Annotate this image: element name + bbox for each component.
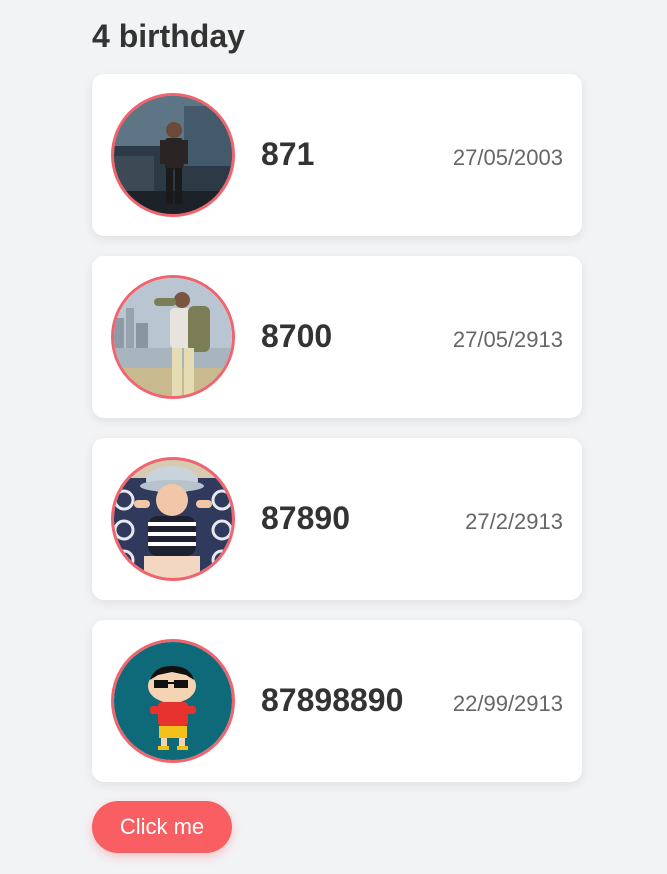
person-name: 8700 bbox=[261, 318, 333, 354]
cartoon-boy-sunglasses-icon bbox=[114, 642, 232, 760]
birthday-date: 22/99/2913 bbox=[452, 691, 563, 716]
avatar-cartoon-boy bbox=[111, 639, 235, 763]
birthday-list: 871 27/05/2003 8700 27/05/2913 87890 27/… bbox=[92, 74, 582, 802]
birthday-date: 27/05/2003 bbox=[452, 145, 563, 170]
birthday-date: 27/2/2913 bbox=[465, 509, 563, 534]
person-name: 87898890 bbox=[261, 682, 404, 718]
birthday-card: 87890 27/2/2913 bbox=[92, 438, 582, 600]
birthday-card: 87898890 22/99/2913 bbox=[92, 620, 582, 782]
birthday-card: 8700 27/05/2913 bbox=[92, 256, 582, 418]
birthday-date: 27/05/2913 bbox=[452, 327, 563, 352]
person-name: 871 bbox=[261, 136, 315, 172]
photo-baby-hat-icon bbox=[114, 460, 232, 578]
photo-man-standing-street-icon bbox=[114, 96, 232, 214]
photo-man-seaside-icon bbox=[114, 278, 232, 396]
avatar-baby-hat bbox=[111, 457, 235, 581]
avatar-man-standing-street bbox=[111, 93, 235, 217]
page: 4 birthday 871 27/05/2003 8700 27/05/291… bbox=[0, 0, 667, 874]
click-me-button[interactable]: Click me bbox=[92, 801, 232, 853]
person-name: 87890 bbox=[261, 500, 350, 536]
page-title: 4 birthday bbox=[92, 18, 245, 54]
birthday-card: 871 27/05/2003 bbox=[92, 74, 582, 236]
avatar-man-seaside bbox=[111, 275, 235, 399]
